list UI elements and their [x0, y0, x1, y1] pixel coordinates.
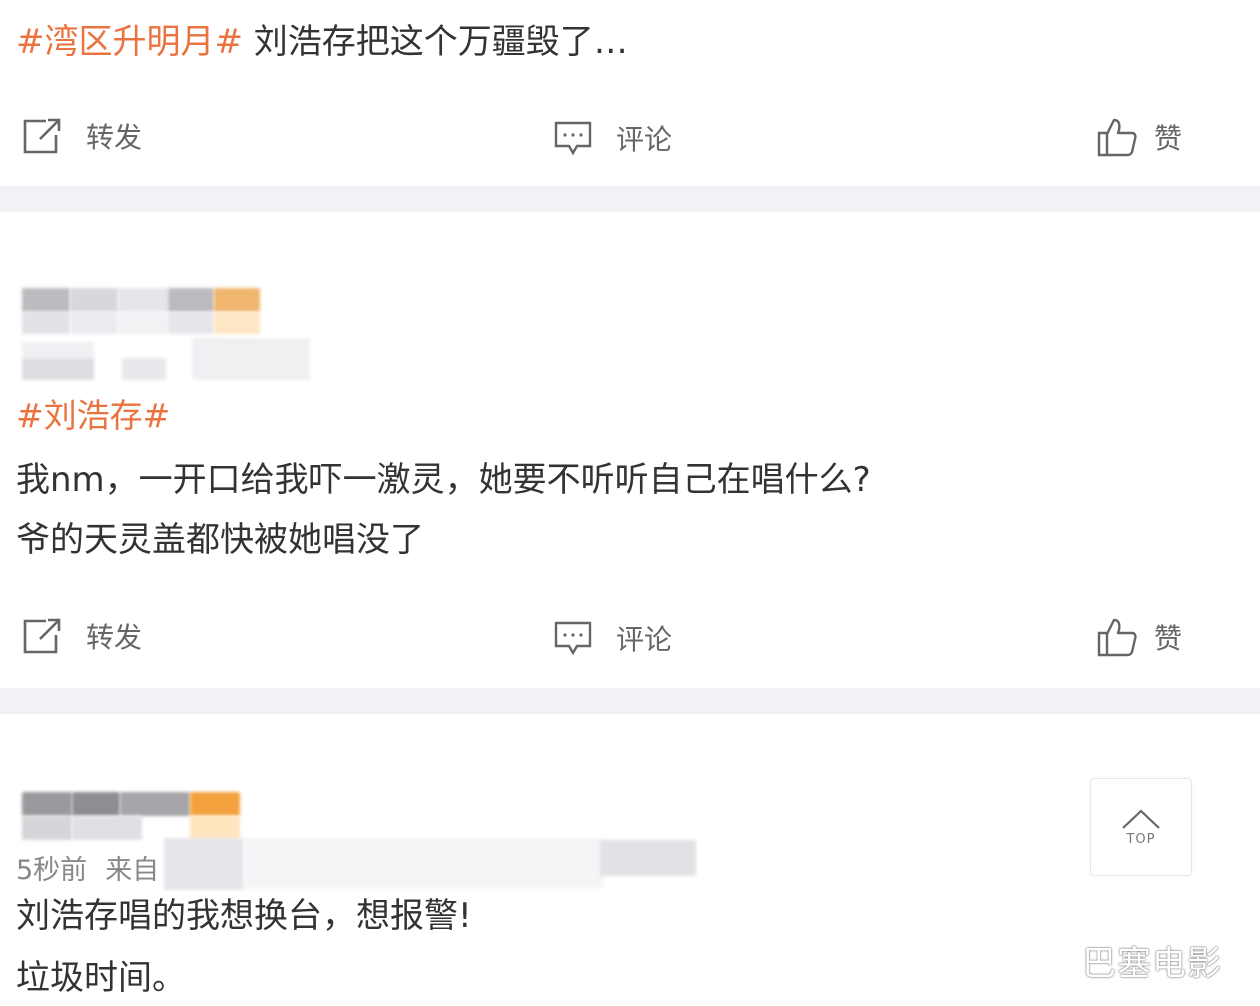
- repost-label: 转发: [86, 121, 143, 154]
- like-label: 赞: [1154, 122, 1183, 155]
- like-icon: [1096, 616, 1138, 658]
- comment-icon: [554, 119, 592, 157]
- watermark: 巴塞电影: [1082, 944, 1222, 984]
- post-card-3: 5秒前 来自 刘浩存唱的我想换台，想报警! 垃圾时间。: [0, 714, 1260, 1006]
- topic-link[interactable]: #刘浩存#: [16, 394, 170, 438]
- post-source: 来自: [105, 855, 160, 886]
- comment-button[interactable]: 评论: [554, 118, 672, 158]
- repost-button[interactable]: 转发: [22, 116, 142, 156]
- back-to-top-button[interactable]: TOP: [1090, 778, 1192, 876]
- post-time: 5秒前: [16, 855, 88, 886]
- repost-button[interactable]: 转发: [22, 616, 142, 656]
- like-label: 赞: [1154, 622, 1183, 655]
- like-button[interactable]: 赞: [1096, 616, 1182, 658]
- like-icon: [1096, 116, 1138, 158]
- repost-icon: [22, 617, 62, 655]
- comment-label: 评论: [616, 623, 673, 656]
- back-to-top-label: TOP: [1126, 831, 1156, 847]
- post-meta: 5秒前 来自: [16, 848, 159, 887]
- repost-icon: [22, 117, 62, 155]
- post-card-2: #刘浩存# 我nm，一开口给我吓一激灵，她要不听听自己在唱什么? 爷的天灵盖都快…: [0, 212, 1260, 688]
- like-button[interactable]: 赞: [1096, 116, 1182, 158]
- post-body: 刘浩存把这个万疆毁了…: [242, 22, 628, 62]
- post-text-line-2: 爷的天灵盖都快被她唱没了: [16, 520, 424, 560]
- arrow-up-icon: [1121, 808, 1161, 830]
- post-meta-cut: 1秒前 来自 来自 星座 Hello 12: [16, 0, 437, 8]
- repost-label: 转发: [86, 621, 143, 654]
- post-text-line-1: 我nm，一开口给我吓一激灵，她要不听听自己在唱什么?: [16, 460, 871, 500]
- comment-button[interactable]: 评论: [554, 618, 672, 658]
- comment-label: 评论: [616, 123, 673, 156]
- post-card-1: 1秒前 来自 来自 星座 Hello 12 #湾区升明月# 刘浩存把这个万疆毁了…: [0, 0, 1260, 186]
- post-text-line-1: 刘浩存唱的我想换台，想报警!: [16, 896, 472, 936]
- topic-link[interactable]: #湾区升明月#: [16, 22, 243, 62]
- post-text-line-2: 垃圾时间。: [16, 958, 186, 998]
- comment-icon: [554, 619, 592, 657]
- post-text: #湾区升明月# 刘浩存把这个万疆毁了…: [16, 20, 628, 64]
